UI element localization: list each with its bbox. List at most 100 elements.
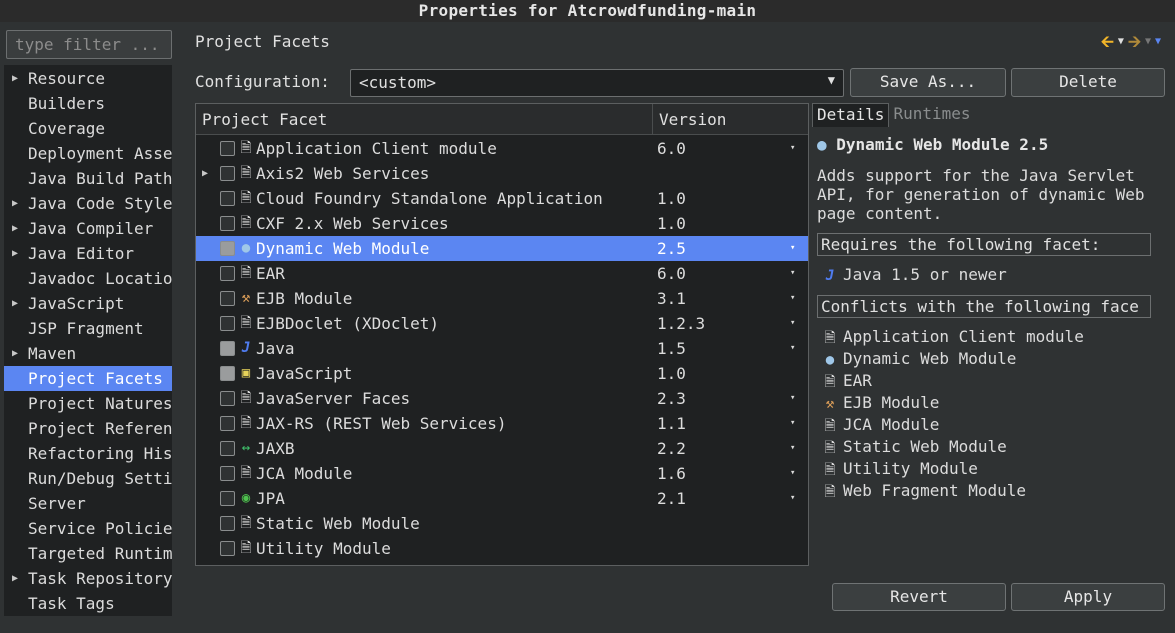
facet-checkbox[interactable] [220, 366, 235, 381]
facet-version[interactable]: 1.5 [657, 336, 686, 361]
facet-checkbox[interactable] [220, 491, 235, 506]
facet-checkbox[interactable] [220, 466, 235, 481]
facet-checkbox[interactable] [220, 291, 235, 306]
facet-version[interactable]: 6.0 [657, 261, 686, 286]
nav-item[interactable]: ▶ Resource [4, 66, 172, 91]
facet-row[interactable]: 🗎 Static Web Module [196, 511, 808, 536]
facet-checkbox[interactable] [220, 266, 235, 281]
facet-version[interactable]: 3.1 [657, 286, 686, 311]
facet-version[interactable]: 2.2 [657, 436, 686, 461]
configuration-select[interactable]: <custom> ▼ [350, 69, 844, 97]
facet-version[interactable]: 1.1 [657, 411, 686, 436]
nav-item[interactable]: Builders [4, 91, 172, 116]
facet-checkbox[interactable] [220, 341, 235, 356]
version-dropdown-icon[interactable]: ▾ [790, 411, 795, 436]
version-dropdown-icon[interactable]: ▾ [790, 461, 795, 486]
nav-item[interactable]: Targeted Runtim [4, 541, 172, 566]
nav-item[interactable]: Deployment Asse [4, 141, 172, 166]
nav-item[interactable]: Task Tags [4, 591, 172, 616]
nav-item[interactable]: Run/Debug Setti [4, 466, 172, 491]
expand-arrow-icon[interactable]: ▶ [12, 341, 18, 366]
nav-item[interactable]: ▶ Maven [4, 341, 172, 366]
facet-row[interactable]: ⚒ EJB Module 3.1 ▾ [196, 286, 808, 311]
facet-row[interactable]: 🗎 Cloud Foundry Standalone Application 1.0 [196, 186, 808, 211]
revert-button[interactable]: Revert [832, 583, 1006, 611]
facet-row[interactable]: ▶ 🗎 Axis2 Web Services [196, 161, 808, 186]
facet-version[interactable]: 2.5 [657, 236, 686, 261]
nav-item[interactable]: ▶ Java Compiler [4, 216, 172, 241]
facet-checkbox[interactable] [220, 216, 235, 231]
nav-item[interactable]: Coverage [4, 116, 172, 141]
delete-button[interactable]: Delete [1011, 68, 1165, 97]
facet-version[interactable]: 1.2.3 [657, 311, 705, 336]
preferences-tree[interactable]: ▶ Resource Builders Coverage Deployment Asse… [4, 65, 172, 616]
facet-row[interactable]: ↔ JAXB 2.2 ▾ [196, 436, 808, 461]
facet-checkbox[interactable] [220, 516, 235, 531]
version-dropdown-icon[interactable]: ▾ [790, 236, 795, 261]
column-header-version[interactable]: Version [653, 104, 808, 135]
nav-item[interactable]: Project Facets [4, 366, 172, 391]
expand-arrow-icon[interactable]: ▶ [202, 161, 208, 186]
version-dropdown-icon[interactable]: ▾ [790, 386, 795, 411]
expand-arrow-icon[interactable]: ▶ [12, 216, 18, 241]
expand-arrow-icon[interactable]: ▶ [12, 191, 18, 216]
facet-checkbox[interactable] [220, 441, 235, 456]
apply-button[interactable]: Apply [1011, 583, 1165, 611]
version-dropdown-icon[interactable]: ▾ [790, 336, 795, 361]
tab-details[interactable]: Details [812, 103, 890, 127]
forward-arrow-icon[interactable]: 🡪 [1128, 32, 1141, 52]
facet-version[interactable]: 2.3 [657, 386, 686, 411]
nav-item[interactable]: JSP Fragment [4, 316, 172, 341]
facet-row[interactable]: 🗎 JAX-RS (REST Web Services) 1.1 ▾ [196, 411, 808, 436]
facet-version[interactable]: 6.0 [657, 136, 686, 161]
save-as-button[interactable]: Save As... [850, 68, 1006, 97]
facet-version[interactable]: 1.0 [657, 361, 686, 386]
forward-menu-chevron-icon[interactable]: ▼ [1145, 32, 1151, 52]
facet-row[interactable]: ▣ JavaScript 1.0 [196, 361, 808, 386]
column-header-facet[interactable]: Project Facet [196, 104, 653, 135]
facet-row[interactable]: 🗎 CXF 2.x Web Services 1.0 [196, 211, 808, 236]
facet-row[interactable]: 🗎 EJBDoclet (XDoclet) 1.2.3 ▾ [196, 311, 808, 336]
facet-version[interactable]: 2.1 [657, 486, 686, 511]
facet-checkbox[interactable] [220, 316, 235, 331]
facet-checkbox[interactable] [220, 191, 235, 206]
facet-version[interactable]: 1.0 [657, 211, 686, 236]
view-menu-icon[interactable]: ▼ [1155, 32, 1161, 52]
facet-row[interactable]: 🗎 Utility Module [196, 536, 808, 561]
facet-row[interactable]: 🗎 EAR 6.0 ▾ [196, 261, 808, 286]
nav-item[interactable]: ▶ Java Code Style [4, 191, 172, 216]
facet-checkbox[interactable] [220, 141, 235, 156]
version-dropdown-icon[interactable]: ▾ [790, 136, 795, 161]
expand-arrow-icon[interactable]: ▶ [12, 241, 18, 266]
version-dropdown-icon[interactable]: ▾ [790, 286, 795, 311]
facet-checkbox[interactable] [220, 166, 235, 181]
version-dropdown-icon[interactable]: ▾ [790, 261, 795, 286]
facet-row[interactable]: 🗎 JavaServer Faces 2.3 ▾ [196, 386, 808, 411]
expand-arrow-icon[interactable]: ▶ [12, 566, 18, 591]
nav-item[interactable]: Javadoc Locatio [4, 266, 172, 291]
nav-item[interactable]: Refactoring His [4, 441, 172, 466]
facet-row[interactable]: ● Dynamic Web Module 2.5 ▾ [196, 236, 808, 261]
nav-item[interactable]: Project Referen [4, 416, 172, 441]
facet-checkbox[interactable] [220, 416, 235, 431]
filter-input[interactable]: type filter ... [6, 30, 172, 59]
facet-checkbox[interactable] [220, 241, 235, 256]
nav-item[interactable]: ▶ JavaScript [4, 291, 172, 316]
expand-arrow-icon[interactable]: ▶ [12, 291, 18, 316]
nav-item[interactable]: Project Natures [4, 391, 172, 416]
version-dropdown-icon[interactable]: ▾ [790, 486, 795, 511]
facet-checkbox[interactable] [220, 541, 235, 556]
nav-item[interactable]: ▶ Task Repository [4, 566, 172, 591]
facet-checkbox[interactable] [220, 391, 235, 406]
nav-item[interactable]: Java Build Path [4, 166, 172, 191]
nav-item[interactable]: ▶ Java Editor [4, 241, 172, 266]
tab-runtimes[interactable]: Runtimes [889, 103, 974, 127]
back-arrow-icon[interactable]: 🡨 [1101, 32, 1114, 52]
version-dropdown-icon[interactable]: ▾ [790, 436, 795, 461]
back-menu-chevron-icon[interactable]: ▼ [1118, 32, 1124, 52]
facet-row[interactable]: 🗎 JCA Module 1.6 ▾ [196, 461, 808, 486]
nav-item[interactable]: Service Policie [4, 516, 172, 541]
facet-row[interactable]: ◉ JPA 2.1 ▾ [196, 486, 808, 511]
facet-version[interactable]: 1.0 [657, 186, 686, 211]
facet-row[interactable]: J Java 1.5 ▾ [196, 336, 808, 361]
